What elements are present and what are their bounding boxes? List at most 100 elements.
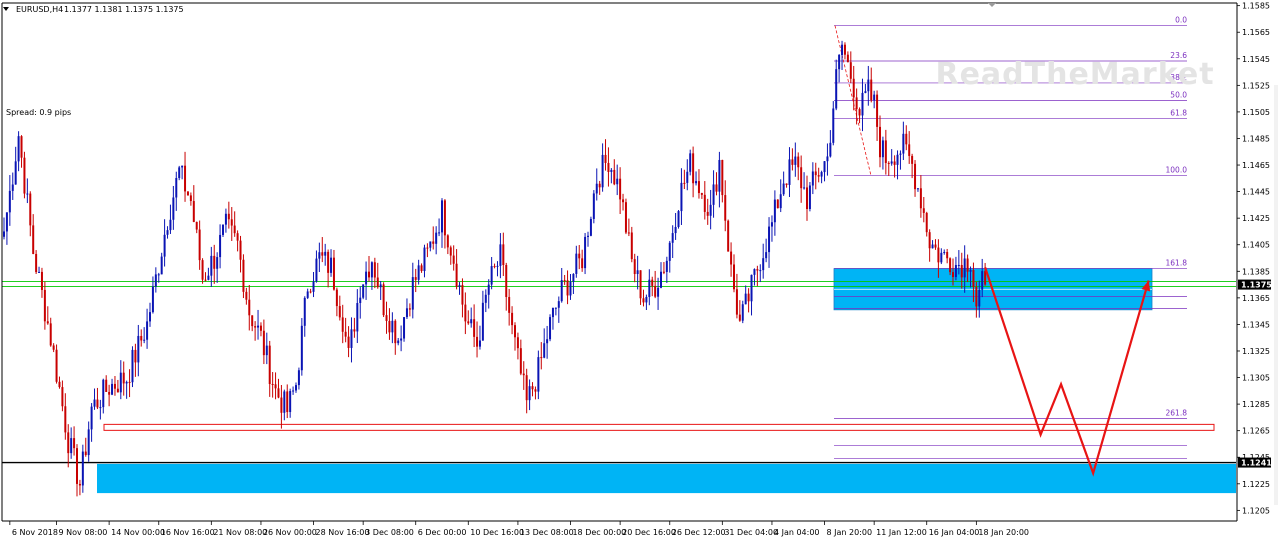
candle-body — [829, 142, 832, 157]
candle-body — [896, 154, 899, 165]
candle-body — [84, 451, 87, 456]
candle-body — [919, 188, 922, 209]
candle-body — [344, 331, 347, 337]
candle-body — [49, 323, 52, 346]
candle-body — [861, 92, 864, 116]
candle-body — [394, 320, 397, 344]
candle-body — [946, 251, 949, 259]
candle-body — [835, 69, 838, 109]
candle-body — [928, 232, 931, 249]
candle-body — [262, 330, 265, 356]
candle-body — [111, 383, 114, 395]
current-bid-label: 1.1375 — [1241, 281, 1272, 290]
candle-body — [566, 280, 569, 296]
candle-body — [125, 381, 128, 384]
candle-body — [248, 299, 251, 316]
right-scrollbar[interactable] — [1274, 85, 1278, 505]
candle-body — [81, 451, 84, 486]
candle-body — [671, 233, 674, 243]
candle-body — [838, 54, 841, 70]
candle-body — [146, 321, 149, 340]
candle-body — [522, 373, 525, 376]
candle-body — [823, 161, 826, 173]
candle-body — [697, 181, 700, 194]
candle-body — [952, 272, 954, 278]
candle-body — [712, 184, 715, 205]
candle-body — [11, 184, 14, 191]
candle-body — [324, 251, 327, 256]
candle-body — [96, 399, 99, 408]
candle-body — [481, 302, 484, 341]
time-tick-label: 4 Jan 04:00 — [774, 528, 820, 537]
candle-body — [589, 218, 592, 236]
candle-body — [738, 314, 741, 321]
candle-body — [519, 348, 522, 374]
candle-body — [627, 232, 630, 234]
candle-body — [811, 171, 814, 186]
candle-body — [858, 109, 861, 116]
candle-body — [879, 126, 881, 158]
candle-body — [405, 308, 408, 318]
candle-body — [546, 339, 549, 344]
candle-body — [954, 265, 957, 278]
candle-body — [239, 240, 242, 260]
candle-body — [222, 224, 224, 235]
candle-body — [26, 193, 29, 195]
candle-body — [408, 308, 411, 310]
candle-body — [569, 281, 572, 296]
candle-body — [207, 275, 210, 280]
candle-body — [487, 284, 490, 295]
candle-body — [178, 167, 181, 179]
candle-body — [908, 144, 911, 156]
candle-body — [768, 226, 771, 253]
candle-body — [151, 286, 154, 313]
candle-body — [981, 271, 984, 290]
price-tick-label: 1.1545 — [1242, 55, 1270, 64]
candle-body — [598, 183, 601, 188]
time-tick-label: 11 Jan 12:00 — [876, 528, 927, 537]
candle-body — [537, 357, 540, 392]
candle-body — [846, 54, 849, 63]
candle-body — [443, 200, 446, 236]
fib-level-label: 100.0 — [1166, 166, 1188, 175]
candle-body — [277, 388, 280, 398]
candle-body — [464, 304, 467, 322]
candle-body — [102, 379, 105, 408]
candle-body — [312, 281, 315, 292]
candle-body — [149, 312, 151, 322]
candle-body — [674, 226, 677, 234]
fib-level-label: 161.8 — [1166, 258, 1188, 267]
candle-body — [724, 195, 727, 221]
candle-body — [470, 319, 473, 324]
candle-body — [616, 178, 619, 185]
candle-body — [295, 385, 297, 391]
candle-body — [493, 266, 496, 268]
candle-body — [703, 194, 706, 212]
candlestick-chart[interactable]: 0.023.638.250.061.8100.0161.8261.8 ReadT… — [0, 0, 1280, 542]
candle-body — [721, 159, 724, 196]
candle-body — [242, 259, 245, 292]
candle-body — [257, 325, 260, 328]
candle-body — [916, 188, 919, 190]
black-level-label: 1.1241 — [1241, 459, 1272, 468]
candle-body — [368, 271, 370, 278]
chart-window[interactable]: 0.0 23.6 38.2 50.0 61.8 100.0 161.8 261.8 ReadT… — [0, 0, 1280, 542]
candle-body — [610, 169, 613, 172]
price-tick-label: 1.1445 — [1242, 188, 1270, 197]
candle-body — [622, 199, 625, 203]
candle-body — [385, 315, 388, 321]
candle-body — [64, 406, 67, 433]
symbol-label: EURUSD,H4 — [16, 5, 63, 14]
candle-body — [826, 156, 829, 162]
time-tick-label: 16 Nov 16:00 — [161, 528, 215, 537]
candle-body — [744, 293, 747, 305]
candle-body — [245, 291, 248, 300]
fib-level-label: 261.8 — [1166, 409, 1188, 418]
candle-body — [113, 383, 116, 389]
price-tick-label: 1.1565 — [1242, 28, 1270, 37]
candle-body — [525, 375, 528, 401]
candle-body — [420, 265, 423, 271]
candle-body — [219, 234, 222, 258]
candle-body — [335, 289, 338, 307]
candle-body — [785, 183, 788, 185]
